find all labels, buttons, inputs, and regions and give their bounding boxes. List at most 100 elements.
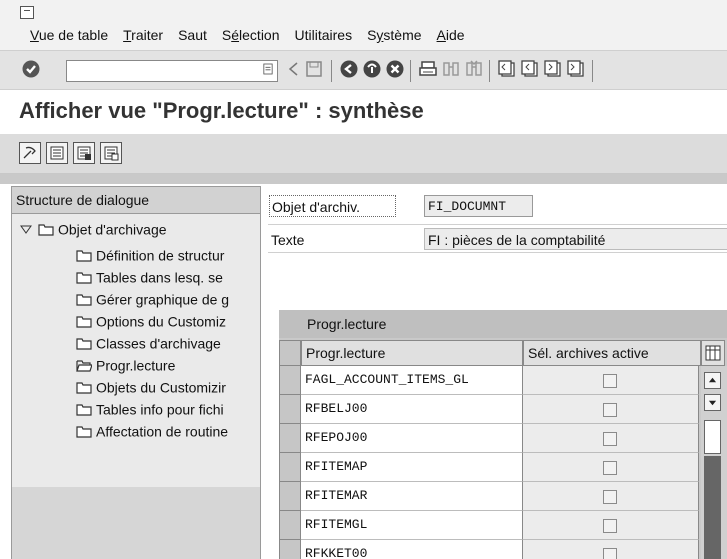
cell-progr-lecture: FAGL_ACCOUNT_ITEMS_GL xyxy=(301,366,523,395)
cell-progr-lecture: RFITEMAP xyxy=(301,453,523,482)
cell-progr-lecture: RFITEMAR xyxy=(301,482,523,511)
menu-bar: Vue de table Traiter Saut Sélection Util… xyxy=(0,0,727,50)
first-page-icon[interactable] xyxy=(496,58,518,80)
page-title: Afficher vue "Progr.lecture" : synthèse xyxy=(19,98,424,123)
text-value: FI : pièces de la comptabilité xyxy=(424,228,727,250)
folder-icon xyxy=(76,336,92,350)
scroll-thumb[interactable] xyxy=(704,420,721,454)
archiving-object-value[interactable]: FI_DOCUMNT xyxy=(424,195,533,217)
table-title: Progr.lecture xyxy=(279,310,727,338)
tree-node-classes[interactable]: Classes d'archivage xyxy=(76,332,260,352)
tree-node-definition[interactable]: Définition de structur xyxy=(76,244,260,264)
table-row: RFKKET00 xyxy=(279,540,699,559)
last-page-icon[interactable] xyxy=(565,58,587,80)
active-checkbox xyxy=(603,548,617,559)
folder-icon xyxy=(76,314,92,328)
row-selector[interactable] xyxy=(279,511,301,540)
find-next-icon[interactable] xyxy=(463,58,485,80)
active-checkbox xyxy=(603,519,617,533)
title-area: Afficher vue "Progr.lecture" : synthèse xyxy=(0,90,727,134)
table-row: FAGL_ACCOUNT_ITEMS_GL xyxy=(279,366,699,395)
find-icon[interactable] xyxy=(440,58,462,80)
folder-icon xyxy=(76,402,92,416)
tree-node-graphique[interactable]: Gérer graphique de g xyxy=(76,288,260,308)
menu-saut[interactable]: Saut xyxy=(178,27,207,43)
tree-node-options[interactable]: Options du Customiz xyxy=(76,310,260,330)
scroll-down-icon[interactable] xyxy=(704,394,721,411)
table-row: RFITEMAP xyxy=(279,453,699,482)
table-row: RFEPOJ00 xyxy=(279,424,699,453)
cell-progr-lecture: RFBELJ00 xyxy=(301,395,523,424)
deselect-all-icon[interactable] xyxy=(100,142,122,164)
active-checkbox xyxy=(603,374,617,388)
scroll-up-icon[interactable] xyxy=(704,372,721,389)
folder-icon xyxy=(76,380,92,394)
open-folder-icon xyxy=(76,358,92,372)
folder-icon xyxy=(38,222,54,236)
row-selector[interactable] xyxy=(279,424,301,453)
active-checkbox xyxy=(603,432,617,446)
select-all-icon[interactable] xyxy=(73,142,95,164)
save-icon[interactable] xyxy=(303,58,325,80)
separator-strip xyxy=(0,174,727,184)
print-icon[interactable] xyxy=(417,58,439,80)
row-selector[interactable] xyxy=(279,453,301,482)
exit-icon[interactable] xyxy=(361,58,383,80)
tree-node-tables[interactable]: Tables dans lesq. se xyxy=(76,266,260,286)
tree-node-affectation[interactable]: Affectation de routine xyxy=(76,420,260,440)
row-selector[interactable] xyxy=(279,366,301,395)
details-icon[interactable] xyxy=(46,142,68,164)
cell-progr-lecture: RFITEMGL xyxy=(301,511,523,540)
menu-aide[interactable]: Aide xyxy=(437,27,465,43)
table-header: Progr.lecture Sél. archives active xyxy=(279,340,727,366)
command-history-icon[interactable] xyxy=(261,63,275,79)
text-label: Texte xyxy=(271,232,305,248)
menu-traiter[interactable]: Traiter xyxy=(123,27,163,43)
folder-icon xyxy=(76,292,92,306)
tree-node-objets-customizing[interactable]: Objets du Customizir xyxy=(76,376,260,396)
menu-systeme[interactable]: Système xyxy=(367,27,421,43)
cancel-icon[interactable] xyxy=(384,58,406,80)
table-settings-icon[interactable] xyxy=(701,340,725,366)
row-selector[interactable] xyxy=(279,482,301,511)
system-menu-icon[interactable] xyxy=(20,6,34,19)
application-toolbar xyxy=(0,134,727,174)
column-header-sel-archives[interactable]: Sél. archives active xyxy=(523,340,701,366)
table-row: RFITEMGL xyxy=(279,511,699,540)
active-checkbox xyxy=(603,461,617,475)
enter-icon[interactable] xyxy=(20,58,42,80)
menu-vue-de-table[interactable]: Vue de table xyxy=(30,27,108,43)
scroll-track[interactable] xyxy=(704,456,721,559)
back-green-icon[interactable] xyxy=(338,58,360,80)
tree-node-objet-archivage[interactable]: Objet d'archivage xyxy=(18,218,167,238)
expand-triangle-icon[interactable] xyxy=(18,222,34,236)
row-selector[interactable] xyxy=(279,395,301,424)
table-row: RFITEMAR xyxy=(279,482,699,511)
vertical-scrollbar[interactable] xyxy=(701,366,727,559)
prev-page-icon[interactable] xyxy=(519,58,541,80)
change-icon[interactable] xyxy=(19,142,41,164)
command-field[interactable] xyxy=(66,60,278,82)
dialog-structure-tree: Structure de dialogue Objet d'archivage … xyxy=(11,186,261,559)
tree-empty-area xyxy=(12,487,260,559)
column-header-progr-lecture[interactable]: Progr.lecture xyxy=(301,340,523,366)
menu-items: Vue de table Traiter Saut Sélection Util… xyxy=(30,27,480,43)
cell-progr-lecture: RFKKET00 xyxy=(301,540,523,559)
archiving-object-label: Objet d'archiv. xyxy=(269,195,396,217)
row-selector[interactable] xyxy=(279,540,301,559)
back-icon[interactable] xyxy=(283,58,305,80)
tree-node-tables-info[interactable]: Tables info pour fichi xyxy=(76,398,260,418)
read-program-table: Progr.lecture Progr.lecture Sél. archive… xyxy=(279,310,727,559)
next-page-icon[interactable] xyxy=(542,58,564,80)
folder-icon xyxy=(76,424,92,438)
cell-progr-lecture: RFEPOJ00 xyxy=(301,424,523,453)
table-row: RFBELJ00 xyxy=(279,395,699,424)
select-all-rows-button[interactable] xyxy=(279,340,301,366)
active-checkbox xyxy=(603,403,617,417)
tree-node-progr-lecture[interactable]: Progr.lecture xyxy=(76,354,260,374)
standard-toolbar xyxy=(0,50,727,90)
menu-selection[interactable]: Sélection xyxy=(222,27,280,43)
tree-header: Structure de dialogue xyxy=(12,187,260,214)
menu-utilitaires[interactable]: Utilitaires xyxy=(295,27,353,43)
active-checkbox xyxy=(603,490,617,504)
